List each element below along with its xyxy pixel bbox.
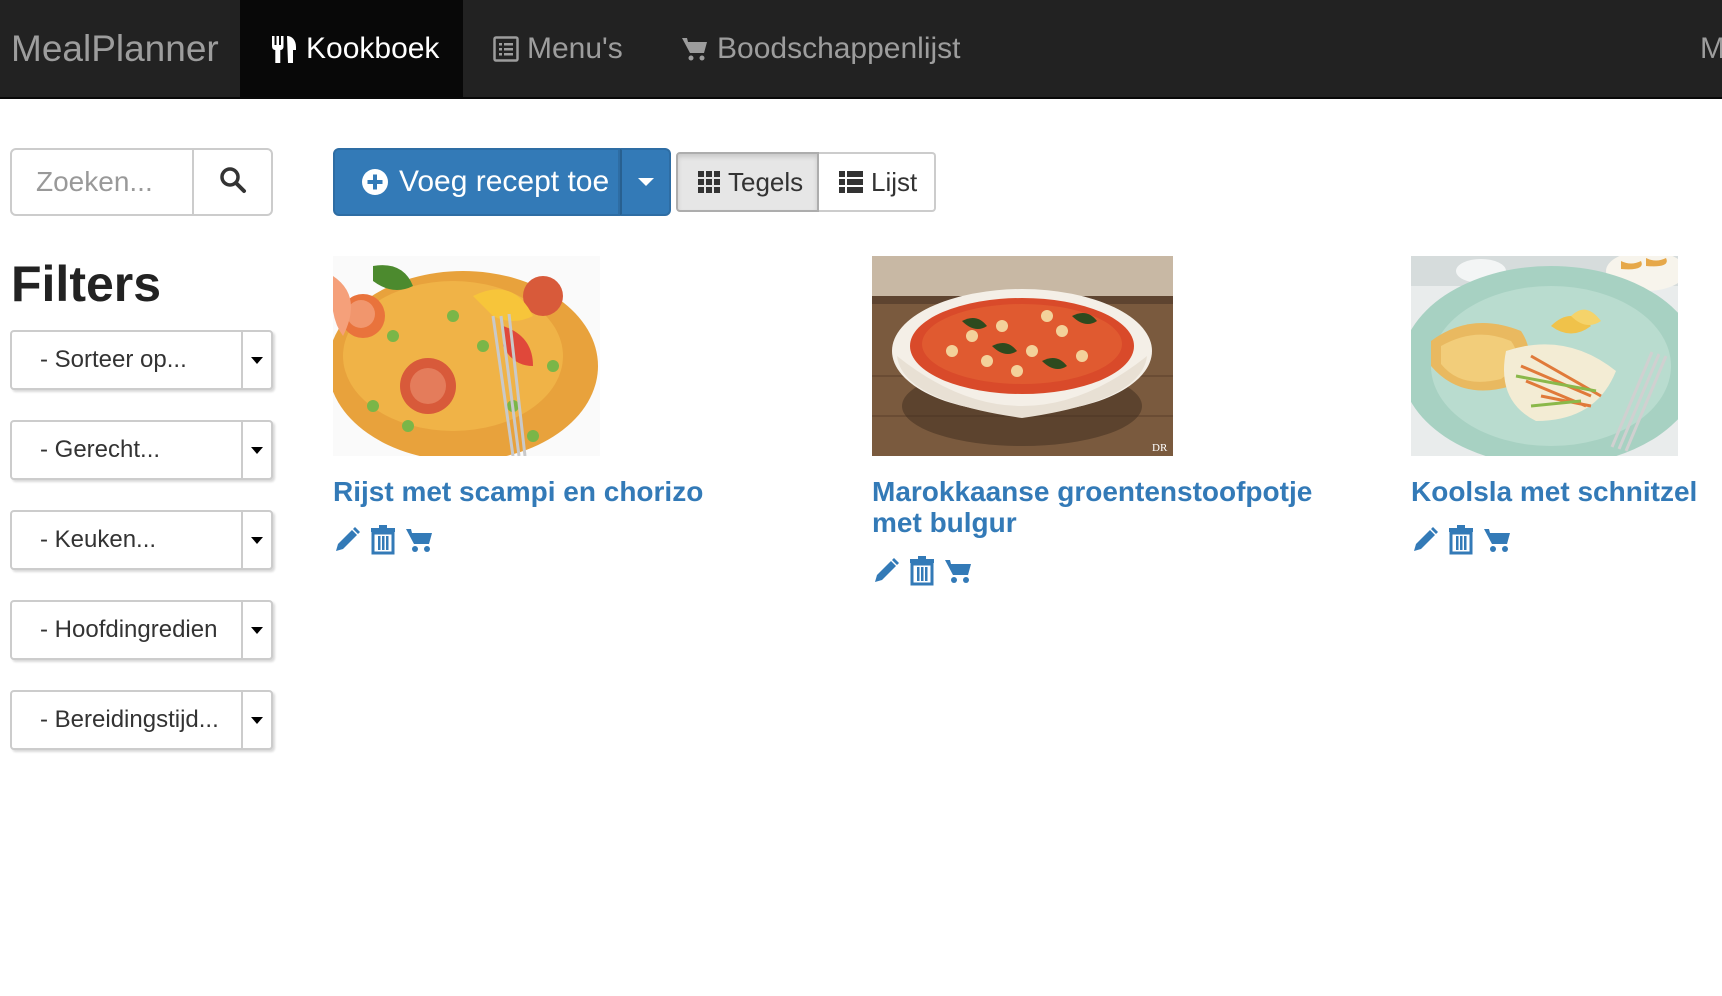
nav-item-label: Menu's	[527, 32, 623, 65]
caret-down-icon	[241, 512, 271, 568]
view-list-label: Lijst	[871, 166, 918, 197]
caret-down-icon	[241, 332, 271, 388]
recipe-title-link[interactable]: Rijst met scampi en chorizo	[333, 476, 853, 507]
sort-select[interactable]: - Sorteer op...	[10, 330, 273, 390]
nav-item-label: M	[1700, 32, 1722, 65]
nav-item-truncated[interactable]: M	[1680, 0, 1722, 97]
nav-item-label: Boodschappenlijst	[717, 32, 961, 65]
main-ingredient-select[interactable]: - Hoofdingredien	[10, 600, 273, 660]
view-list-button[interactable]: Lijst	[819, 152, 936, 212]
nav-item-menus[interactable]: Menu's	[463, 0, 653, 97]
pencil-icon[interactable]	[1411, 526, 1439, 554]
caret-down-icon	[241, 422, 271, 478]
trash-icon[interactable]	[908, 556, 936, 586]
recipe-title-link[interactable]: Marokkaanse groentenstoofpotje met bulgu…	[872, 476, 1352, 538]
caret-down-icon	[241, 602, 271, 658]
prep-time-select[interactable]: - Bereidingstijd...	[10, 690, 273, 750]
stew-bowl-photo[interactable]: DR	[872, 256, 1173, 456]
pencil-icon[interactable]	[872, 557, 900, 585]
trash-icon[interactable]	[1447, 525, 1475, 555]
view-tiles-label: Tegels	[728, 166, 804, 197]
photo-credit: DR	[1152, 442, 1168, 454]
view-tiles-button[interactable]: Tegels	[676, 152, 819, 212]
nav-item-label: Kookboek	[306, 32, 440, 65]
top-navbar: MealPlanner Kookboek Menu's Boodschappen…	[0, 0, 1722, 99]
cutlery-icon	[270, 34, 298, 64]
recipe-card: DR Marokkaanse groentenstoofpotje met bu…	[872, 256, 1352, 586]
select-value: - Hoofdingredien	[40, 616, 218, 643]
th-list-icon	[839, 171, 863, 193]
select-value: - Sorteer op...	[40, 346, 187, 373]
recipe-card: Rijst met scampi en chorizo	[333, 256, 853, 555]
nav-item-boodschappenlijst[interactable]: Boodschappenlijst	[651, 0, 991, 97]
recipe-title-link[interactable]: Koolsla met schnitzel	[1411, 476, 1722, 507]
search-box	[10, 148, 273, 216]
recipe-card: Koolsla met schnitzel	[1411, 256, 1722, 555]
select-value: - Gerecht...	[40, 436, 161, 463]
select-value: - Bereidingstijd...	[40, 706, 219, 733]
list-alt-icon	[493, 35, 519, 62]
shopping-cart-icon[interactable]	[944, 557, 972, 585]
trash-icon[interactable]	[369, 525, 397, 555]
shopping-cart-icon[interactable]	[405, 526, 433, 554]
recipe-actions	[1411, 525, 1722, 555]
search-button[interactable]	[192, 150, 271, 214]
paella-photo[interactable]	[333, 256, 600, 456]
search-input[interactable]	[12, 150, 192, 214]
recipe-actions	[872, 556, 1352, 586]
view-toggle-group: Tegels Lijst	[676, 152, 936, 212]
filters-heading: Filters	[11, 256, 162, 312]
shopping-cart-icon	[681, 36, 709, 62]
brand-logo[interactable]: MealPlanner	[11, 0, 219, 97]
search-icon	[219, 166, 247, 199]
recipe-actions	[333, 525, 853, 555]
th-grid-icon	[698, 171, 720, 193]
plus-circle-icon	[361, 168, 389, 196]
pencil-icon[interactable]	[333, 526, 361, 554]
select-value: - Keuken...	[40, 526, 157, 553]
schnitzel-plate-photo[interactable]	[1411, 256, 1678, 456]
add-recipe-group: Voeg recept toe	[333, 148, 671, 216]
shopping-cart-icon[interactable]	[1483, 526, 1511, 554]
nav-item-kookboek[interactable]: Kookboek	[240, 0, 463, 97]
add-recipe-dropdown-toggle[interactable]	[620, 148, 671, 216]
cuisine-select[interactable]: - Keuken...	[10, 510, 273, 570]
add-recipe-button[interactable]: Voeg recept toe	[333, 148, 620, 216]
dish-select[interactable]: - Gerecht...	[10, 420, 273, 480]
caret-down-icon	[241, 692, 271, 748]
add-recipe-label: Voeg recept toe	[399, 165, 610, 198]
